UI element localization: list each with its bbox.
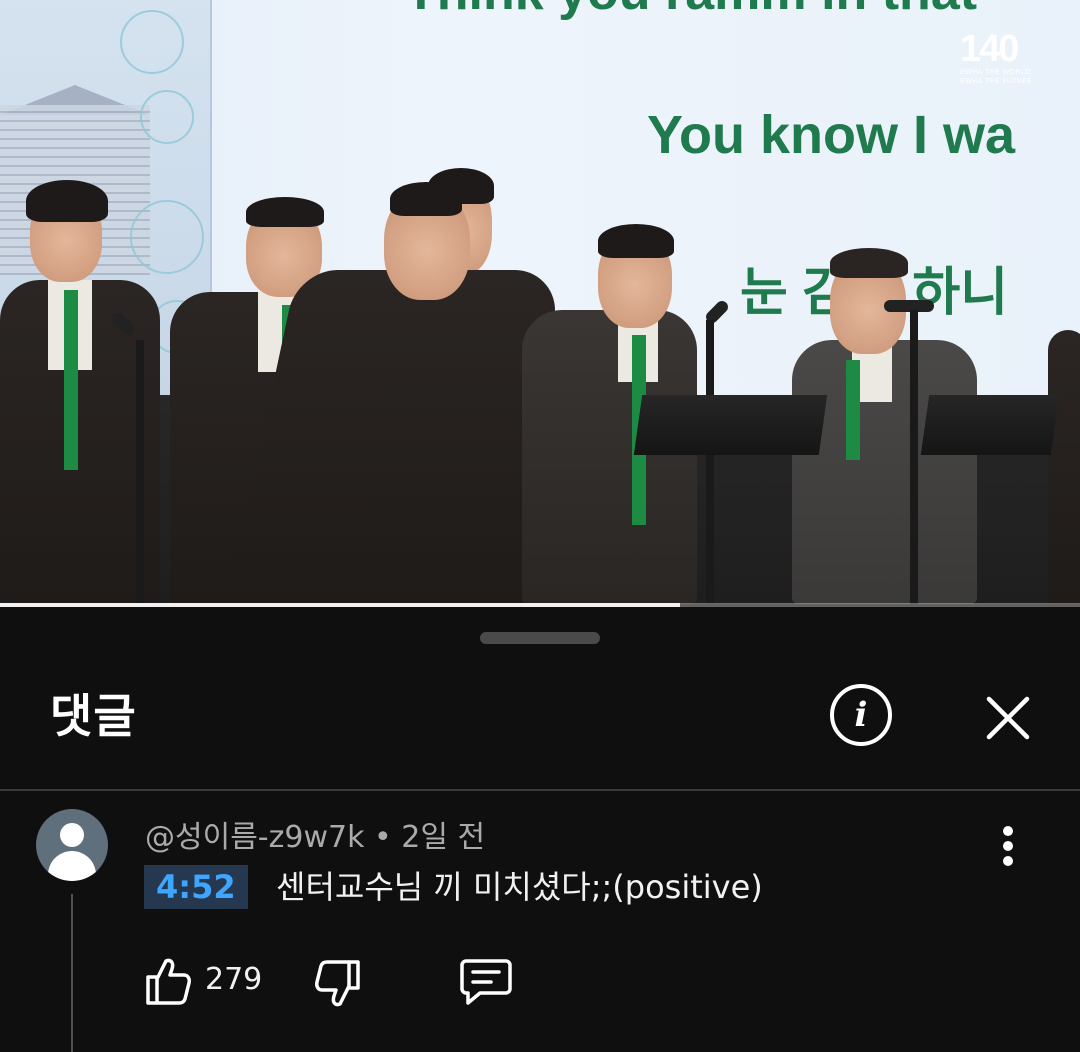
comment-time: 2일 전 (401, 820, 486, 855)
mic-stand (136, 340, 144, 604)
flower-drawing (130, 200, 204, 274)
comment-author[interactable]: @성이름-z9w7k (145, 820, 364, 855)
video-player[interactable]: Think you ramm in that You know I wa 눈 감… (0, 0, 1080, 604)
more-vertical-icon (1003, 826, 1013, 836)
thumbs-down-icon (315, 960, 360, 1007)
dislike-button[interactable] (314, 958, 362, 1014)
info-button[interactable]: i (830, 684, 892, 746)
comment-text: 센터교수님 끼 미치셨다;;(positive) (276, 868, 763, 906)
logo-subtitle-1: EWHA THE WORLD (960, 68, 1031, 76)
like-button[interactable] (144, 955, 192, 1011)
reply-icon (460, 959, 512, 1005)
sheet-drag-handle[interactable] (480, 632, 600, 644)
logo-subtitle-2: EWHA THE FUTURE (960, 77, 1033, 85)
meta-separator: • (364, 820, 402, 855)
like-count: 279 (205, 962, 263, 997)
default-avatar-icon (60, 823, 84, 847)
logo-number: 140 (960, 28, 1019, 70)
music-stand (633, 395, 828, 455)
microphone (884, 300, 934, 312)
info-icon: i (854, 695, 868, 735)
mic-stand (706, 320, 714, 604)
flower-drawing (140, 90, 194, 144)
flower-drawing (120, 10, 184, 74)
close-button[interactable] (985, 695, 1031, 741)
lyric-line-top: Think you ramm in that (405, 0, 977, 22)
comment-more-button[interactable] (995, 824, 1021, 868)
lyric-line-middle: You know I wa (647, 105, 1016, 165)
thumbs-up-icon (146, 958, 191, 1005)
commenter-avatar[interactable] (36, 809, 108, 881)
timestamp-link[interactable]: 4:52 (144, 865, 248, 909)
comment-meta: @성이름-z9w7k • 2일 전 (145, 812, 485, 856)
music-stand (920, 395, 1060, 455)
channel-logo: 140 EWHA THE WORLD EWHA THE FUTURE (960, 30, 1050, 86)
mic-stand (910, 310, 918, 604)
reply-thread-line (71, 894, 73, 1052)
reply-button[interactable] (460, 957, 512, 1011)
video-progress-fill (0, 603, 681, 607)
header-divider (0, 789, 1080, 791)
video-progress-bar[interactable] (0, 603, 1080, 607)
performer-edge (1048, 330, 1080, 604)
close-icon (986, 696, 1030, 740)
comments-title: 댓글 (50, 689, 137, 743)
